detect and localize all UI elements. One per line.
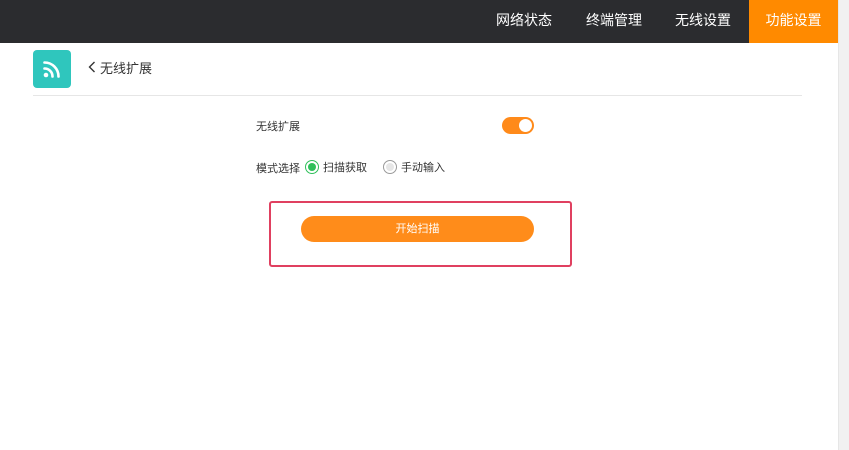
toggle-knob (519, 119, 532, 132)
mode-select-label: 模式选择 (256, 162, 300, 175)
top-nav-bar: 网络状态 终端管理 无线设置 功能设置 (0, 0, 838, 43)
back-link[interactable]: 无线扩展 (88, 61, 152, 79)
nav-item-network-status[interactable]: 网络状态 (486, 0, 562, 43)
wireless-extension-toggle[interactable] (502, 117, 534, 134)
wireless-extension-label: 无线扩展 (256, 120, 300, 133)
radio-option-manual[interactable]: 手动输入 (383, 159, 445, 175)
radio-option-scan[interactable]: 扫描获取 (305, 159, 367, 175)
chevron-left-icon (88, 61, 100, 79)
back-link-label: 无线扩展 (100, 62, 153, 77)
radio-unchecked-icon[interactable] (383, 160, 397, 174)
header-divider (33, 95, 802, 96)
nav-item-terminal-management[interactable]: 终端管理 (576, 0, 652, 43)
nav-item-function-settings[interactable]: 功能设置 (749, 0, 838, 43)
radio-option-scan-label: 扫描获取 (323, 161, 367, 174)
radio-checked-icon[interactable] (305, 160, 319, 174)
radio-option-manual-label: 手动输入 (401, 161, 445, 174)
scrollbar[interactable] (838, 0, 849, 450)
nav-item-wireless-settings[interactable]: 无线设置 (664, 0, 742, 43)
start-scan-button[interactable]: 开始扫描 (301, 216, 534, 242)
wifi-feed-icon (33, 50, 71, 88)
